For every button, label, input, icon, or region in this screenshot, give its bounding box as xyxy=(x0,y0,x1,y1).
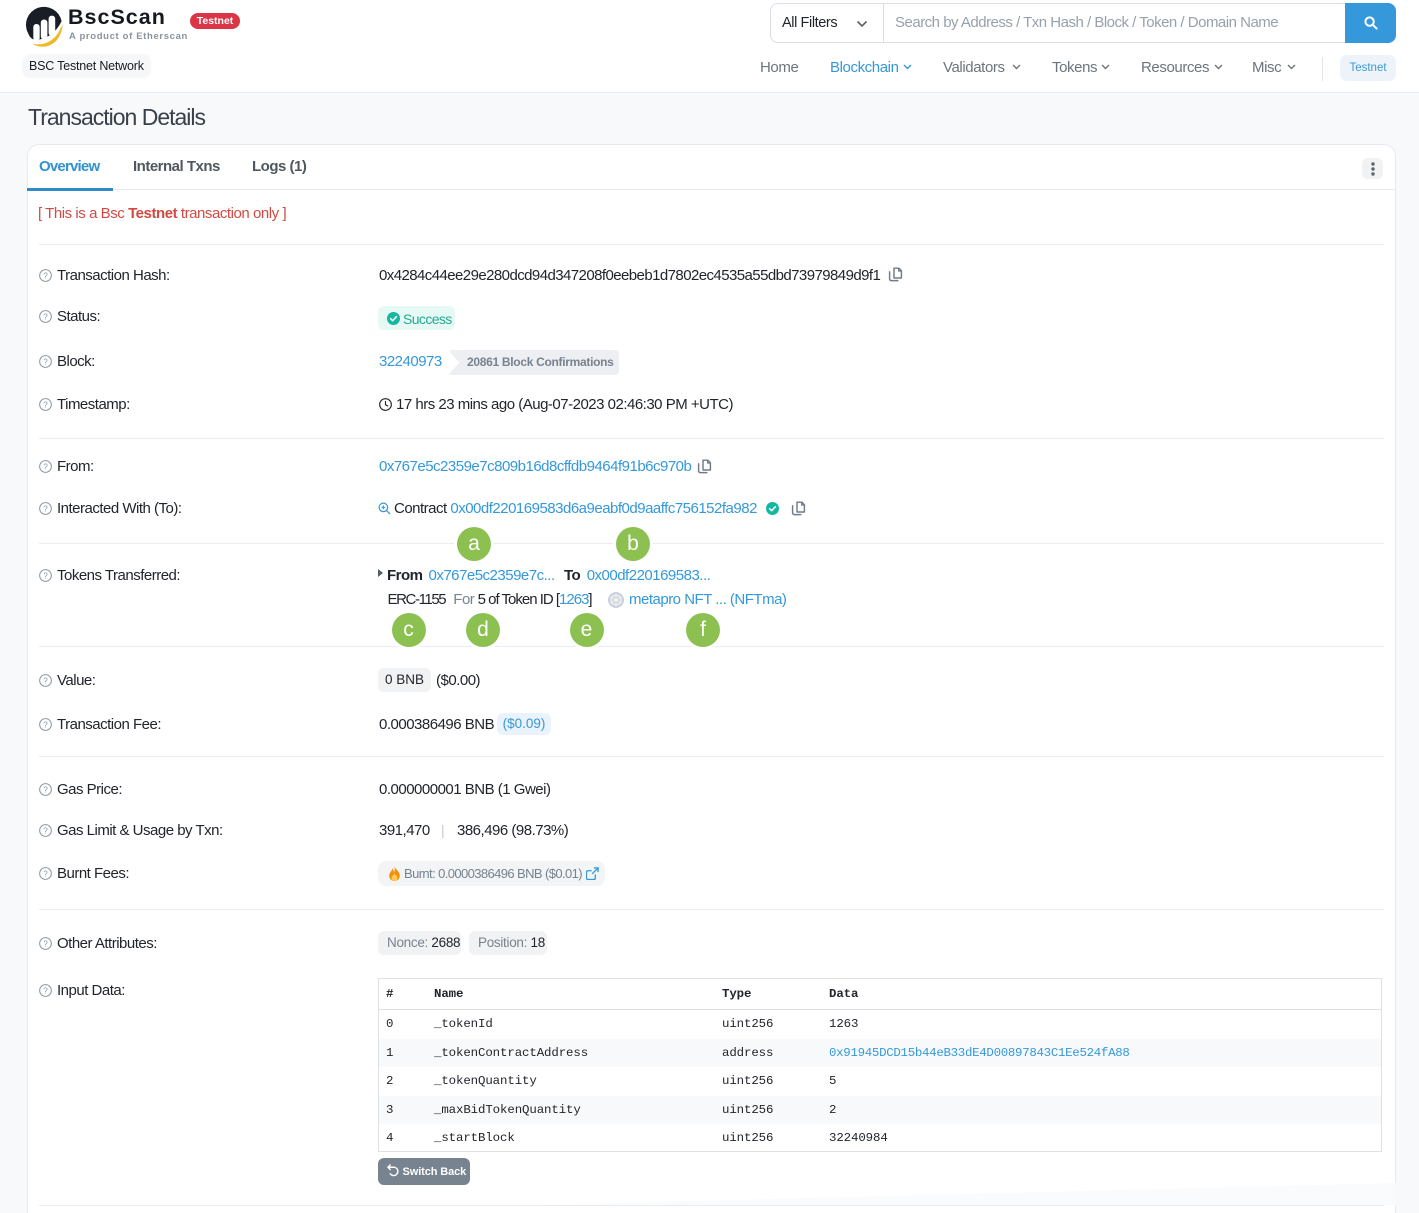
svg-text:?: ? xyxy=(43,571,48,580)
svg-text:?: ? xyxy=(43,312,48,321)
svg-text:?: ? xyxy=(43,869,48,878)
svg-text:?: ? xyxy=(43,400,48,409)
svg-text:?: ? xyxy=(43,826,48,835)
svg-text:?: ? xyxy=(43,676,48,685)
svg-text:?: ? xyxy=(43,271,48,280)
svg-text:?: ? xyxy=(43,785,48,794)
svg-text:?: ? xyxy=(43,504,48,513)
svg-text:?: ? xyxy=(43,462,48,471)
svg-text:?: ? xyxy=(43,357,48,366)
svg-text:?: ? xyxy=(43,720,48,729)
svg-text:?: ? xyxy=(43,986,48,995)
svg-text:?: ? xyxy=(43,939,48,948)
